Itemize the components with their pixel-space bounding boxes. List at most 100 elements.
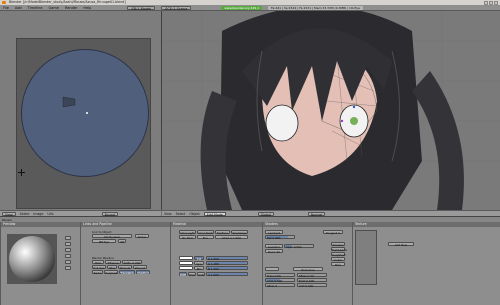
wire-button[interactable]: Wire — [107, 265, 117, 270]
trashadow-button[interactable]: TraShadow — [331, 247, 347, 252]
no-mist-button[interactable]: No Mist — [179, 235, 196, 240]
shadeless-button[interactable]: Shadeless — [231, 230, 248, 235]
ztransp-button[interactable]: ZTransp — [105, 260, 121, 265]
zoffs-field[interactable]: Zoffs: 0.000 — [122, 260, 142, 265]
preview-panel: Preview — [0, 222, 80, 305]
zinvert-button[interactable]: ZInvert — [133, 265, 147, 270]
pivot-normal[interactable]: Normal — [307, 211, 326, 217]
uv-uvs-menu[interactable]: UVs — [47, 212, 53, 216]
uv-2d-cursor-icon — [18, 169, 25, 176]
cubic-button[interactable]: Cubic — [331, 257, 345, 262]
gr-field[interactable] — [265, 267, 279, 271]
scene-stats: Fa:441 | Ve:1544 | Fa:1531 | Mem:33.33M … — [268, 5, 364, 10]
mode-select[interactable]: Edit Mode — [203, 211, 226, 217]
uv-mesh-overlay — [62, 96, 76, 108]
onlycast-button[interactable]: OnlyCast — [104, 270, 118, 275]
spec-slider[interactable]: Spec 0.500 — [284, 244, 314, 249]
menu-help[interactable]: Help — [83, 6, 91, 10]
sbias-slider[interactable]: SBias 0.00 — [297, 273, 327, 278]
full-osa-button[interactable]: Full Osa — [92, 265, 106, 270]
menu-file[interactable]: File — [3, 6, 9, 10]
view-menu[interactable]: View — [164, 212, 172, 216]
lbias-slider[interactable]: LBias 0 — [265, 283, 295, 288]
shad-a-field[interactable]: Shad A 1.000 — [215, 235, 248, 240]
b-slider[interactable]: B 1.000 — [206, 266, 248, 271]
links-pipeline-panel: Links and Pipeline Link to Object MA:Eye… — [80, 222, 170, 305]
spe-swatch[interactable] — [179, 261, 193, 265]
hard-field[interactable]: Hard: 50 — [265, 249, 283, 254]
preview-hair-button[interactable] — [65, 260, 71, 264]
3d-viewport[interactable] — [162, 11, 500, 210]
vcol-light-button[interactable]: VCol Light — [179, 230, 196, 235]
material-name-field[interactable]: MA:Eyeball — [92, 234, 132, 239]
select-menu[interactable]: Select — [176, 212, 186, 216]
dyn-button[interactable]: DYN — [197, 272, 205, 277]
preview-flat-button[interactable] — [65, 236, 71, 240]
object-menu[interactable]: Object — [189, 212, 199, 216]
rgb-button[interactable]: RGB — [179, 272, 187, 277]
preview-sky-button[interactable] — [65, 266, 71, 270]
global-orientation[interactable]: Global — [257, 211, 274, 217]
screen-selector[interactable]: SR:1-Model — [127, 5, 156, 11]
col-swatch[interactable] — [179, 256, 193, 260]
add-slider[interactable]: Add 0.000 — [297, 283, 327, 288]
menu-add[interactable]: Add — [15, 6, 22, 10]
preview-sphere-button[interactable] — [65, 242, 71, 246]
tralu-slider[interactable]: Tralu 0.00 — [265, 273, 295, 278]
uv-select-menu[interactable]: Select — [20, 212, 30, 216]
mir-button[interactable]: Mir — [194, 266, 204, 271]
menu-game[interactable]: Game — [49, 6, 59, 10]
shaders-title: Shaders — [263, 222, 352, 227]
material-title: Material — [171, 222, 262, 227]
spec-value: Spec 0.500 — [286, 245, 302, 249]
uv-pivot-select[interactable]: Bound — [101, 211, 118, 217]
onlyshad-button[interactable]: OnlyShad — [331, 252, 345, 257]
ref-value: Ref 0.800 — [267, 236, 281, 240]
spe-button[interactable]: Spe — [194, 261, 204, 266]
shadow-button[interactable]: Shadow — [331, 242, 345, 247]
col-button[interactable]: Col — [194, 256, 204, 261]
amb-slider[interactable]: Amb 0.500 — [265, 278, 295, 283]
emit-slider[interactable]: Emit 0.000 — [297, 278, 327, 283]
texture-channel-list[interactable] — [355, 230, 377, 285]
ob-link-button[interactable]: OB — [118, 239, 126, 244]
menu-timeline[interactable]: Timeline — [28, 6, 43, 10]
vcol-paint-button[interactable]: VCol Paint — [197, 230, 214, 235]
specular-shader-select[interactable]: CookTorr — [265, 244, 283, 249]
uv-image-menu[interactable]: Image — [33, 212, 43, 216]
traceable-button[interactable]: Traceable — [119, 270, 135, 275]
env-button[interactable]: Env — [197, 235, 214, 240]
preview-monkey-button[interactable] — [65, 254, 71, 258]
tangent-button[interactable]: Tangent V — [323, 230, 343, 235]
minimize-button[interactable] — [484, 0, 488, 5]
blender-logo-icon — [2, 1, 6, 4]
close-button[interactable] — [494, 0, 498, 5]
b-value: B 1.000 — [208, 267, 219, 271]
hsv-button[interactable]: HSV — [188, 272, 196, 277]
maximize-button[interactable] — [489, 0, 493, 5]
menu-render[interactable]: Render — [65, 6, 77, 10]
alpha-slider[interactable]: A 1.000 — [206, 272, 248, 277]
scene-selector[interactable]: SCE:1-Scene — [161, 5, 192, 11]
radio-button[interactable]: Radio — [92, 270, 103, 275]
uv-image-editor[interactable] — [0, 11, 161, 210]
uv-view-menu[interactable]: View — [2, 211, 16, 217]
nodes-button[interactable]: Nodes — [135, 234, 149, 239]
texface-button[interactable]: TexFace — [215, 230, 230, 235]
shaders-panel: Shaders Lambert Tangent V Ref 0.800 Cook… — [262, 222, 352, 305]
ref-slider[interactable]: Ref 0.800 — [265, 235, 295, 240]
preview-title: Preview — [1, 222, 80, 227]
g-slider[interactable]: G 1.000 — [206, 261, 248, 266]
add-value: Add 0.000 — [299, 284, 314, 288]
diffuse-shader-select[interactable]: Lambert — [265, 230, 283, 235]
preview-cube-button[interactable] — [65, 248, 71, 252]
strands-button[interactable]: Strands — [118, 265, 132, 270]
exclusive-button[interactable]: Exclusive — [293, 267, 323, 272]
mir-swatch[interactable] — [179, 266, 193, 270]
bias-button[interactable]: Bias — [331, 262, 345, 267]
add-new-texture-button[interactable]: Add New — [388, 242, 414, 247]
shadbuf-button[interactable]: Shadbuf — [136, 270, 150, 275]
r-slider[interactable]: R 1.000 — [206, 256, 248, 261]
mesh-name-field[interactable]: ME:Eye — [92, 239, 116, 244]
halo-button[interactable]: Halo — [92, 260, 104, 265]
